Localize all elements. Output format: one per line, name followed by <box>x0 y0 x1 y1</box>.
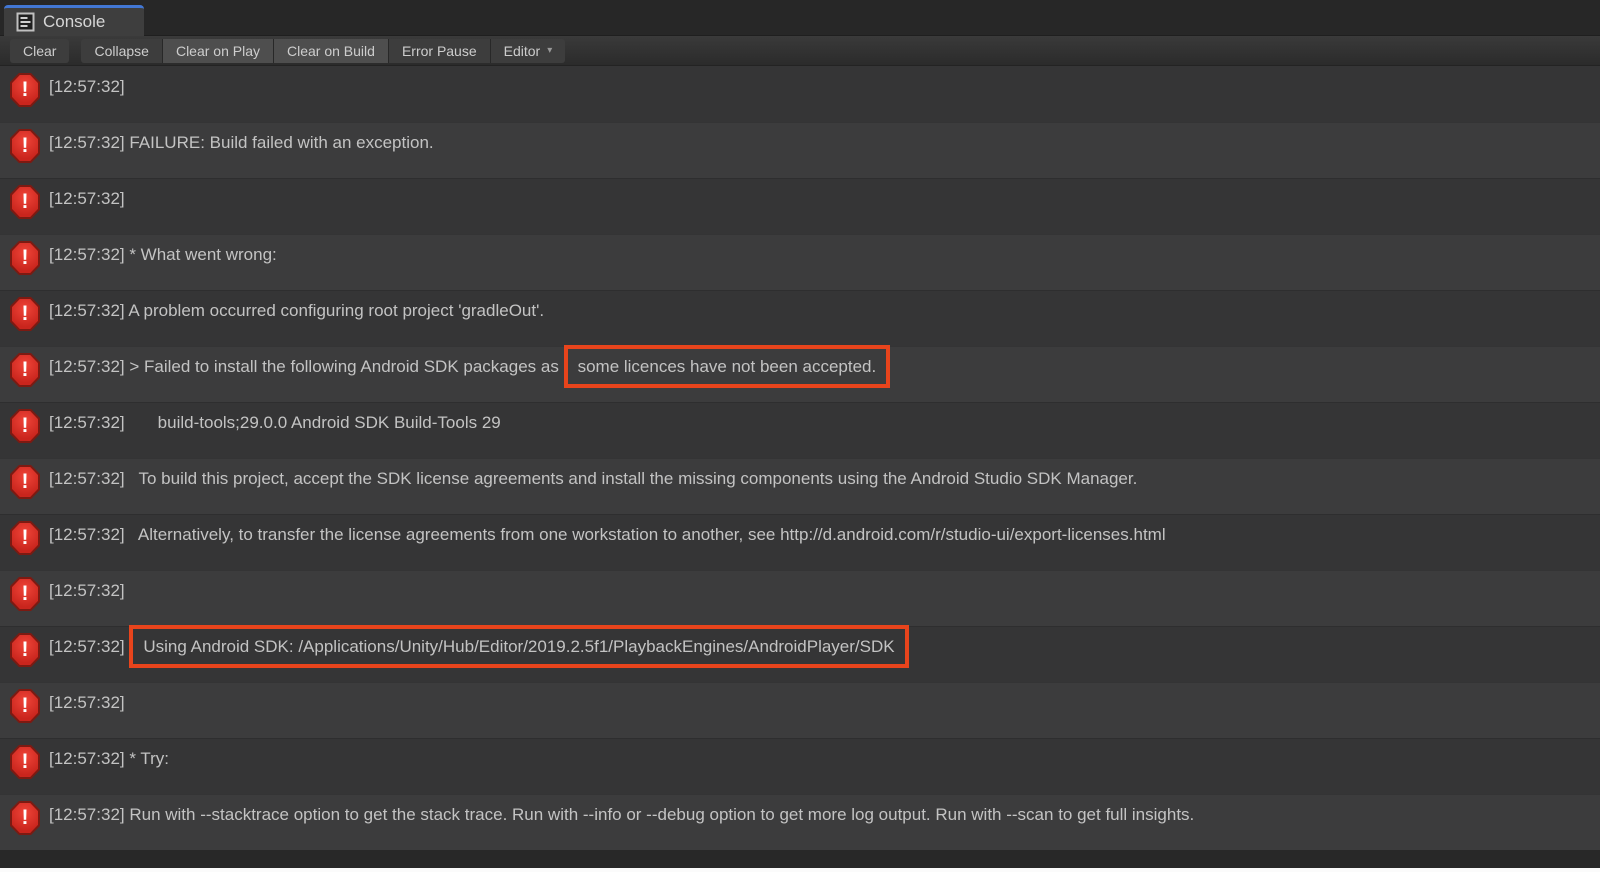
tab-console[interactable]: Console <box>4 5 144 36</box>
error-icon: ! <box>10 633 40 667</box>
log-message: [12:57:32] To build this project, accept… <box>49 465 1137 490</box>
toolbar-button-label: Clear on Build <box>287 43 375 59</box>
log-text: * What went wrong: <box>125 245 277 264</box>
error-icon: ! <box>10 129 40 163</box>
log-message: [12:57:32] Run with --stacktrace option … <box>49 801 1194 826</box>
log-entry[interactable]: ! [12:57:32] FAILURE: Build failed with … <box>0 122 1600 178</box>
log-entry[interactable]: ! [12:57:32] <box>0 570 1600 626</box>
console-icon <box>16 12 35 32</box>
log-timestamp: [12:57:32] <box>49 749 125 768</box>
log-entry[interactable]: ! [12:57:32] * Try: <box>0 738 1600 794</box>
tab-console-label: Console <box>43 12 105 32</box>
annotation-highlight-box: Using Android SDK: /Applications/Unity/H… <box>129 625 908 668</box>
toolbar-buttons: Clear ▾ Collapse ▾ Clear on Play ▾ Clear… <box>10 39 565 63</box>
log-text: > Failed to install the following Androi… <box>125 357 564 376</box>
toolbar-button-label: Editor <box>504 43 541 59</box>
log-entry[interactable]: ! [12:57:32] Alternatively, to transfer … <box>0 514 1600 570</box>
log-message: [12:57:32] build-tools;29.0.0 Android SD… <box>49 409 501 434</box>
log-text: build-tools;29.0.0 Android SDK Build-Too… <box>125 413 501 432</box>
log-entry[interactable]: ! [12:57:32] * What went wrong: <box>0 234 1600 290</box>
log-timestamp: [12:57:32] <box>49 637 125 656</box>
error-icon: ! <box>10 577 40 611</box>
error-icon: ! <box>10 297 40 331</box>
error-icon: ! <box>10 241 40 275</box>
annotation-highlight-box: some licences have not been accepted. <box>564 345 891 388</box>
log-entry[interactable]: ! [12:57:32] <box>0 682 1600 738</box>
error-icon: ! <box>10 689 40 723</box>
log-timestamp: [12:57:32] <box>49 469 125 488</box>
log-entry[interactable]: ! [12:57:32] > Failed to install the fol… <box>0 346 1600 402</box>
log-timestamp: [12:57:32] <box>49 245 125 264</box>
log-timestamp: [12:57:32] <box>49 805 125 824</box>
log-message: [12:57:32] <box>49 73 125 98</box>
log-message: [12:57:32] <box>49 577 125 602</box>
unity-console-window: Console Clear ▾ Collapse ▾ Clear on Play… <box>0 0 1600 872</box>
log-text: A problem occurred configuring root proj… <box>125 301 544 320</box>
toolbar-button-editor[interactable]: Editor ▾ <box>491 39 566 63</box>
log-message: [12:57:32] A problem occurred configurin… <box>49 297 544 322</box>
log-timestamp: [12:57:32] <box>49 693 125 712</box>
log-entry[interactable]: ! [12:57:32] <box>0 66 1600 122</box>
toolbar-button-clear-on-play[interactable]: Clear on Play ▾ <box>163 39 274 63</box>
log-entry[interactable]: ! [12:57:32] <box>0 178 1600 234</box>
toolbar-button-label: Clear on Play <box>176 43 260 59</box>
log-entry[interactable]: ! [12:57:32] To build this project, acce… <box>0 458 1600 514</box>
log-timestamp: [12:57:32] <box>49 525 125 544</box>
log-text: FAILURE: Build failed with an exception. <box>125 133 434 152</box>
toolbar-button-clear[interactable]: Clear ▾ <box>10 39 69 63</box>
toolbar-button-collapse[interactable]: Collapse ▾ <box>81 39 162 63</box>
toolbar-button-clear-on-build[interactable]: Clear on Build ▾ <box>274 39 389 63</box>
log-timestamp: [12:57:32] <box>49 301 125 320</box>
toolbar-button-label: Collapse <box>94 43 148 59</box>
screenshot-border <box>0 868 1600 872</box>
log-message: [12:57:32] > Failed to install the follo… <box>49 353 890 378</box>
console-empty-area <box>0 850 1600 868</box>
console-log-list: ! [12:57:32] ! [12:57:32] FAILURE: Build… <box>0 66 1600 850</box>
log-timestamp: [12:57:32] <box>49 413 125 432</box>
log-message: [12:57:32] FAILURE: Build failed with an… <box>49 129 434 154</box>
log-timestamp: [12:57:32] <box>49 189 125 208</box>
error-icon: ! <box>10 73 40 107</box>
console-toolbar: Clear ▾ Collapse ▾ Clear on Play ▾ Clear… <box>0 36 1600 66</box>
log-entry[interactable]: ! [12:57:32] Run with --stacktrace optio… <box>0 794 1600 850</box>
log-message: [12:57:32] * Try: <box>49 745 169 770</box>
error-icon: ! <box>10 745 40 779</box>
log-message: [12:57:32] <box>49 689 125 714</box>
error-icon: ! <box>10 465 40 499</box>
error-icon: ! <box>10 409 40 443</box>
error-icon: ! <box>10 521 40 555</box>
toolbar-button-label: Clear <box>23 43 56 59</box>
error-icon: ! <box>10 353 40 387</box>
log-timestamp: [12:57:32] <box>49 133 125 152</box>
toolbar-button-label: Error Pause <box>402 43 477 59</box>
log-timestamp: [12:57:32] <box>49 77 125 96</box>
log-text: Alternatively, to transfer the license a… <box>125 525 1166 544</box>
tab-bar: Console <box>0 0 1600 36</box>
log-message: [12:57:32] * What went wrong: <box>49 241 277 266</box>
toolbar-button-error-pause[interactable]: Error Pause ▾ <box>389 39 491 63</box>
log-entry[interactable]: ! [12:57:32] Using Android SDK: /Applica… <box>0 626 1600 682</box>
log-text: To build this project, accept the SDK li… <box>125 469 1138 488</box>
log-text: Run with --stacktrace option to get the … <box>125 805 1195 824</box>
log-message: [12:57:32] Alternatively, to transfer th… <box>49 521 1166 546</box>
error-icon: ! <box>10 185 40 219</box>
chevron-down-icon: ▾ <box>547 46 552 56</box>
log-entry[interactable]: ! [12:57:32] A problem occurred configur… <box>0 290 1600 346</box>
log-timestamp: [12:57:32] <box>49 357 125 376</box>
error-icon: ! <box>10 801 40 835</box>
log-message: [12:57:32] <box>49 185 125 210</box>
log-entry[interactable]: ! [12:57:32] build-tools;29.0.0 Android … <box>0 402 1600 458</box>
log-timestamp: [12:57:32] <box>49 581 125 600</box>
log-text: * Try: <box>125 749 169 768</box>
log-message: [12:57:32] Using Android SDK: /Applicati… <box>49 633 909 658</box>
